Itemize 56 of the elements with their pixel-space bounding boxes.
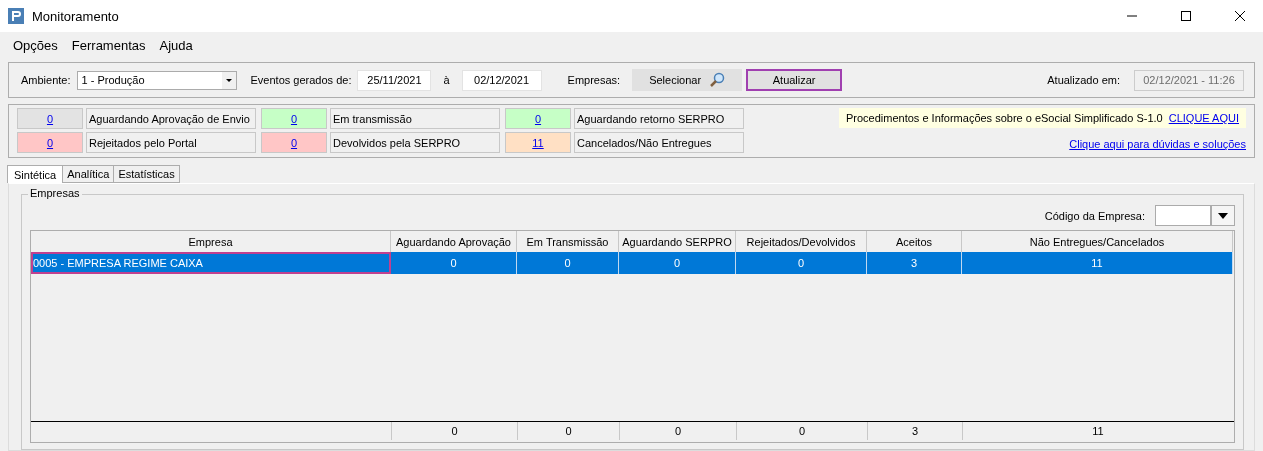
table-cell: 0 <box>391 252 517 274</box>
menu-item[interactable]: Ajuda <box>159 35 193 55</box>
code-label: Código da Empresa: <box>1044 209 1145 222</box>
date-separator: à <box>443 74 450 86</box>
date-to-field[interactable]: 02/12/2021 <box>461 69 542 91</box>
group-title: Empresas <box>28 187 82 199</box>
window-title: Monitoramento <box>32 8 120 24</box>
status-count-link[interactable]: 0 <box>261 132 327 153</box>
tab[interactable]: Analítica <box>62 165 115 183</box>
menu-item[interactable]: Ferramentas <box>71 35 146 55</box>
app-logo-icon <box>8 8 24 24</box>
total-cell: 0 <box>619 422 736 440</box>
status-count-link[interactable]: 0 <box>505 108 571 129</box>
empresas-label: Empresas: <box>567 74 621 86</box>
table-cell: 0 <box>736 252 867 274</box>
caret-icon <box>1218 212 1228 219</box>
status-label: Devolvidos pela SERPRO <box>330 132 500 153</box>
date-from-field[interactable]: 25/11/2021 <box>357 69 432 91</box>
status-label: Em transmissão <box>330 108 500 129</box>
table-cell: 3 <box>867 252 962 274</box>
total-cell: 3 <box>867 422 962 440</box>
status-label: Aguardando Aprovação de Envio <box>86 108 256 129</box>
table-cell: 0 <box>619 252 736 274</box>
status-label: Cancelados/Não Entregues <box>574 132 744 153</box>
eventos-label: Eventos gerados de: <box>250 74 352 86</box>
table-cell: 0 <box>517 252 619 274</box>
table-cell: 0005 - EMPRESA REGIME CAIXA <box>31 252 391 274</box>
ambiente-dropdown[interactable]: 1 - Produção <box>76 70 237 90</box>
status-count-link[interactable]: 0 <box>17 132 83 153</box>
ambiente-label: Ambiente: <box>21 74 71 86</box>
table-cell: 11 <box>962 252 1233 274</box>
code-field[interactable] <box>1155 205 1211 226</box>
status-count-link[interactable]: 0 <box>261 108 327 129</box>
tab[interactable]: Sintética <box>7 165 64 183</box>
total-cell: 0 <box>391 422 517 440</box>
select-button[interactable]: Selecionar <box>632 69 743 91</box>
search-icon <box>709 72 726 88</box>
maximize-icon <box>1181 11 1191 21</box>
refresh-button[interactable]: Atualizar <box>746 69 843 91</box>
info-text: Procedimentos e Informações sobre o eSocial Simplificado S-1.0 <box>846 112 1163 124</box>
updated-label: Atualizado em: <box>1047 74 1120 86</box>
tab[interactable]: Estatísticas <box>113 165 180 183</box>
info-link[interactable]: CLIQUE AQUI <box>1168 112 1239 124</box>
status-label: Rejeitados pelo Portal <box>86 132 256 153</box>
help-link[interactable]: Clique aqui para dúvidas e soluções <box>1069 138 1246 150</box>
total-cell: 11 <box>962 422 1233 440</box>
close-icon <box>1235 11 1245 21</box>
dropdown-button[interactable] <box>1211 205 1235 226</box>
status-count-link[interactable]: 0 <box>17 108 83 129</box>
updated-field: 02/12/2021 - 11:26 <box>1134 69 1244 91</box>
status-count-link[interactable]: 11 <box>505 132 571 153</box>
caret-icon <box>221 71 236 89</box>
total-cell: 0 <box>517 422 619 440</box>
status-label: Aguardando retorno SERPRO <box>574 108 744 129</box>
total-cell: 0 <box>736 422 867 440</box>
menu-item[interactable]: Opções <box>13 35 58 55</box>
